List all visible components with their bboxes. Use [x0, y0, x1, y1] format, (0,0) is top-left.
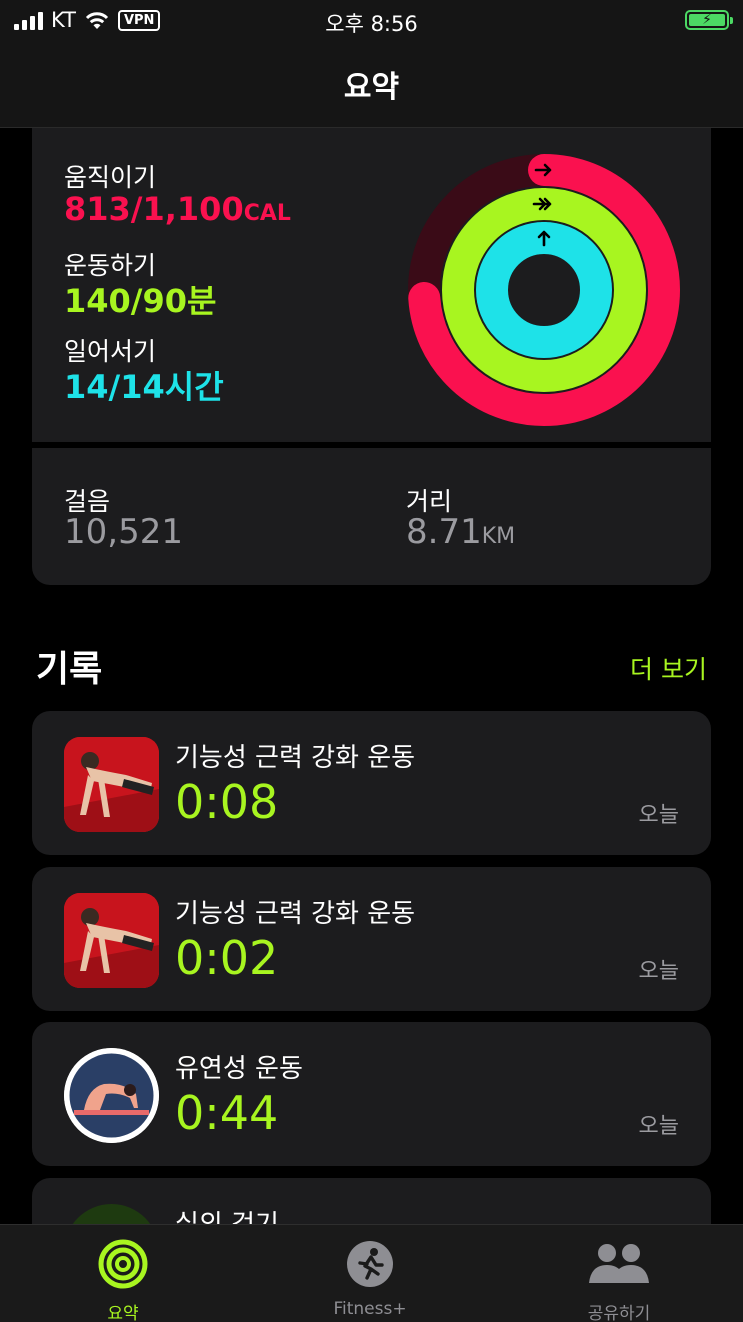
show-more-link[interactable]: 더 보기	[630, 650, 707, 686]
distance-value: 8.71KM	[406, 512, 515, 552]
workout-duration: 0:44	[175, 1086, 279, 1140]
move-value-number: 813/1,100	[64, 190, 244, 228]
activity-rings-icon	[98, 1239, 148, 1289]
workout-name: 기능성 근력 강화 운동	[175, 743, 416, 773]
tab-sharing[interactable]: 공유하기	[549, 1239, 689, 1322]
navigation-bar: 요약	[0, 44, 743, 128]
tab-summary[interactable]: 요약	[53, 1239, 193, 1322]
pushup-icon	[64, 893, 159, 988]
tab-label: 공유하기	[587, 1304, 651, 1322]
move-value: 813/1,100CAL	[64, 190, 291, 228]
status-bar: KT VPN 오후 8:56 ⚡	[0, 0, 743, 44]
activity-rings	[408, 154, 680, 426]
steps-value: 10,521	[64, 512, 183, 552]
tab-label: Fitness+	[333, 1299, 407, 1319]
workout-card[interactable]: 유연성 운동 0:44 오늘	[32, 1022, 711, 1166]
charging-bolt: ⚡	[689, 12, 725, 28]
activity-rings-card[interactable]: 움직이기 813/1,100CAL 운동하기 140/90분 일어서기 14/1…	[32, 128, 711, 442]
workout-duration: 0:08	[175, 775, 279, 829]
workout-card[interactable]: 기능성 근력 강화 운동 0:08 오늘	[32, 711, 711, 855]
exercise-value: 140/90분	[64, 282, 217, 320]
page-title: 요약	[343, 70, 400, 105]
status-time: 오후 8:56	[325, 12, 418, 36]
move-unit: CAL	[243, 201, 291, 226]
stretch-icon	[64, 1048, 159, 1143]
tab-fitness-plus[interactable]: Fitness+	[300, 1239, 440, 1319]
stand-ring	[476, 222, 612, 358]
tab-bar: 요약 Fitness+ 공유하기	[0, 1224, 743, 1322]
workout-date: 오늘	[638, 959, 679, 984]
stand-value: 14/14시간	[64, 368, 224, 406]
runner-icon	[347, 1241, 393, 1287]
people-icon	[589, 1244, 649, 1283]
workout-duration: 0:02	[175, 931, 279, 985]
workout-date: 오늘	[638, 1114, 679, 1139]
distance-unit: KM	[481, 524, 516, 549]
distance-number: 8.71	[406, 512, 482, 552]
workout-name: 유연성 운동	[175, 1054, 303, 1084]
steps-distance-card[interactable]: 걸음 10,521 거리 8.71KM	[32, 448, 711, 585]
history-title: 기록	[36, 649, 103, 690]
workout-card[interactable]: 기능성 근력 강화 운동 0:02 오늘	[32, 867, 711, 1011]
battery-icon: ⚡	[685, 10, 733, 30]
pushup-icon	[64, 737, 159, 832]
workout-name: 기능성 근력 강화 운동	[175, 899, 416, 929]
move-label: 움직이기	[64, 163, 157, 192]
workout-date: 오늘	[638, 803, 679, 828]
tab-label: 요약	[107, 1304, 139, 1322]
